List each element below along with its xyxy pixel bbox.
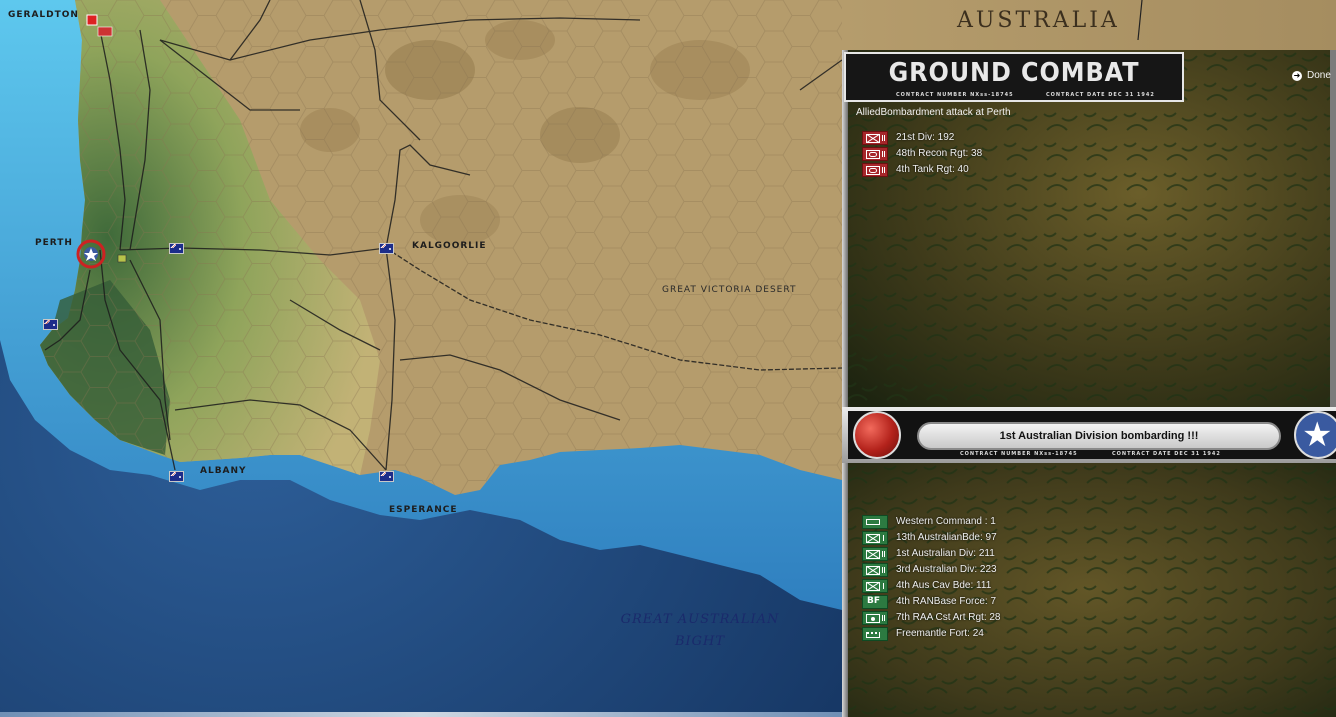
attack-description: AlliedBombardment attack at Perth xyxy=(856,107,1011,118)
list-item-allied-unit[interactable]: 4th Aus Cav Bde: 111 xyxy=(862,578,991,593)
map-bottom-bar[interactable] xyxy=(0,712,842,717)
unit-label: 7th RAA Cst Art Rgt: 28 xyxy=(896,612,1001,623)
list-item-allied-unit[interactable]: 3rd Australian Div: 223 xyxy=(862,562,997,577)
fort-icon xyxy=(862,626,888,641)
sea-label-line2: BIGHT xyxy=(674,634,726,649)
label-great-australian-bight: GREAT AUSTRALIAN BIGHT xyxy=(615,609,785,653)
contract-date: CONTRACT DATE DEC 31 1942 xyxy=(1112,451,1221,457)
infantry-division-icon xyxy=(862,130,888,145)
ground-combat-panel: GROUND COMBAT CONTRACT NUMBER NXss-18745… xyxy=(842,50,1336,407)
list-item-japanese-unit[interactable]: 4th Tank Rgt: 40 xyxy=(862,162,969,177)
jungle-background xyxy=(842,50,1336,407)
list-item-allied-unit[interactable]: Freemantle Fort: 24 xyxy=(862,626,984,641)
label-great-victoria-desert: GREAT VICTORIA DESERT xyxy=(662,285,797,295)
unit-label: 4th Aus Cav Bde: 111 xyxy=(896,580,992,591)
axis-side-icon xyxy=(853,411,901,459)
list-item-allied-unit[interactable]: BF 4th RANBase Force: 7 xyxy=(862,594,996,609)
allied-flag-icon[interactable] xyxy=(379,471,394,482)
unit-label: 13th AustralianBde: 97 xyxy=(896,532,997,543)
japanese-unit-icon[interactable] xyxy=(84,246,100,262)
coastal-artillery-icon xyxy=(862,610,888,625)
ground-combat-banner: GROUND COMBAT CONTRACT NUMBER NXss-18745… xyxy=(844,52,1184,102)
list-item-japanese-unit[interactable]: 48th Recon Rgt: 38 xyxy=(862,146,982,161)
list-item-allied-unit[interactable]: 7th RAA Cst Art Rgt: 28 xyxy=(862,610,1001,625)
base-force-symbol: BF xyxy=(867,595,881,606)
cavalry-brigade-icon xyxy=(862,578,888,593)
combat-result-message: 1st Australian Division bombarding !!! xyxy=(917,422,1281,450)
list-item-japanese-unit[interactable]: 21st Div: 192 xyxy=(862,130,954,145)
infantry-brigade-icon xyxy=(862,530,888,545)
label-geraldton: GERALDTON xyxy=(8,10,79,20)
base-force-icon: BF xyxy=(862,594,888,609)
arrow-right-icon: ➜ xyxy=(1292,70,1302,81)
list-item-allied-unit[interactable]: 1st Australian Div: 211 xyxy=(862,546,995,561)
infantry-division-icon xyxy=(862,546,888,561)
allied-flag-icon[interactable] xyxy=(169,471,184,482)
map-top-roads xyxy=(1137,0,1143,41)
panel-right-scroll[interactable] xyxy=(1330,50,1336,407)
label-esperance: ESPERANCE xyxy=(389,505,458,515)
unit-label: 21st Div: 192 xyxy=(896,132,955,143)
done-button[interactable]: ➜ Done xyxy=(1292,70,1331,81)
ground-combat-title: GROUND COMBAT xyxy=(888,58,1140,88)
allied-star-icon: ★ xyxy=(1294,411,1336,459)
contract-date: CONTRACT DATE DEC 31 1942 xyxy=(1046,92,1155,98)
tank-regiment-icon xyxy=(862,162,888,177)
unit-label: 4th Tank Rgt: 40 xyxy=(896,164,969,175)
label-perth: PERTH xyxy=(35,238,73,248)
contract-number: CONTRACT NUMBER NXss-18745 xyxy=(896,92,1014,98)
unit-label: 3rd Australian Div: 223 xyxy=(896,564,997,575)
panel-left-border xyxy=(842,463,848,717)
contract-number: CONTRACT NUMBER NXss-18745 xyxy=(960,451,1078,457)
sea-label-line1: GREAT AUSTRALIAN xyxy=(620,612,780,627)
panel-left-border xyxy=(842,50,848,407)
unit-label: Freemantle Fort: 24 xyxy=(896,628,984,639)
list-item-allied-unit[interactable]: Western Command : 1 xyxy=(862,514,996,529)
recon-regiment-icon xyxy=(862,146,888,161)
strategic-map[interactable]: GERALDTON PERTH KALGOORLIE GREAT VICTORI… xyxy=(0,0,842,717)
label-kalgoorlie: KALGOORLIE xyxy=(412,241,487,251)
unit-label: Western Command : 1 xyxy=(896,516,996,527)
map-top-strip: AUSTRALIA xyxy=(842,0,1336,50)
list-item-allied-unit[interactable]: 13th AustralianBde: 97 xyxy=(862,530,997,545)
infantry-division-icon xyxy=(862,562,888,577)
allied-flag-icon[interactable] xyxy=(169,243,184,254)
unit-label: 48th Recon Rgt: 38 xyxy=(896,148,983,159)
hq-command-icon xyxy=(862,514,888,529)
done-label: Done xyxy=(1307,70,1331,81)
unit-label: 4th RANBase Force: 7 xyxy=(896,596,997,607)
allied-flag-icon[interactable] xyxy=(379,243,394,254)
allied-flag-icon[interactable] xyxy=(43,319,58,330)
unit-label: 1st Australian Div: 211 xyxy=(896,548,995,559)
label-albany: ALBANY xyxy=(200,466,247,476)
